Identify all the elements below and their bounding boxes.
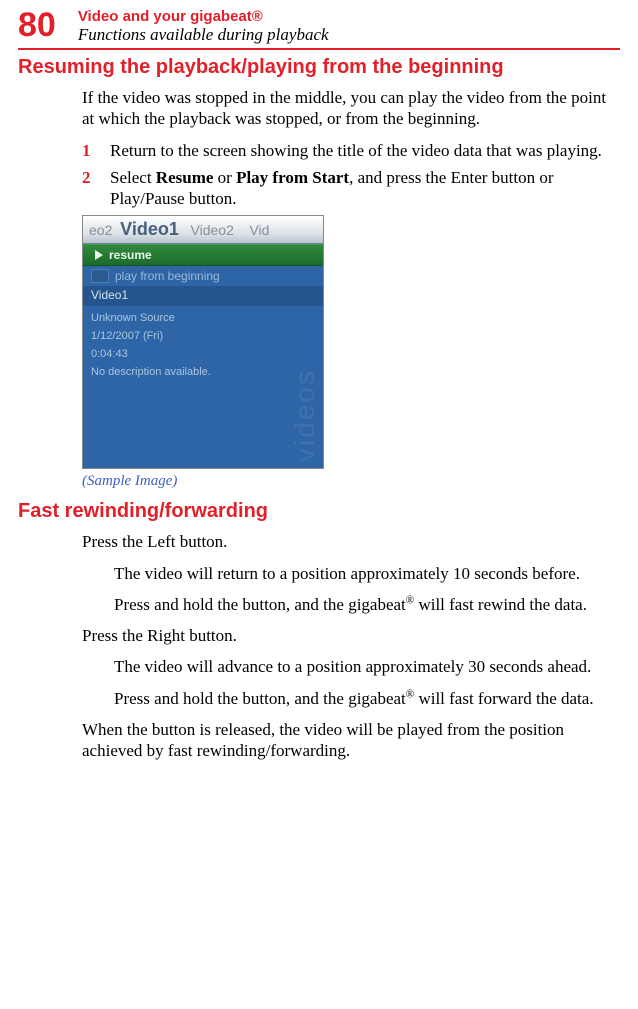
top-right: Vid	[249, 222, 269, 238]
step-text: Select Resume or Play from Start, and pr…	[110, 167, 620, 210]
page: 80 Video and your gigabeat® Functions av…	[0, 0, 638, 789]
right-effect: The video will advance to a position app…	[114, 656, 620, 677]
right-hold: Press and hold the button, and the gigab…	[114, 688, 620, 709]
sample-desc: No description available.	[83, 360, 323, 378]
step2-bold1: Resume	[156, 168, 214, 187]
sample-top-bar: eo2 Video1 Video2 Vid	[83, 216, 323, 244]
right-hold-pre: Press and hold the button, and the gigab…	[114, 689, 406, 708]
menu-item-resume[interactable]: resume	[83, 244, 323, 266]
press-left: Press the Left button.	[82, 531, 620, 552]
step-number: 2	[82, 167, 110, 210]
page-number: 80	[18, 8, 56, 42]
step2-pre: Select	[110, 168, 156, 187]
page-header: 80 Video and your gigabeat® Functions av…	[18, 8, 620, 45]
sample-date: 1/12/2007 (Fri)	[83, 324, 323, 342]
sample-source: Unknown Source	[83, 306, 323, 324]
step-text: Return to the screen showing the title o…	[110, 140, 620, 161]
step2-mid: or	[213, 168, 236, 187]
chapter-subtitle: Functions available during playback	[78, 25, 329, 45]
left-hold-post: will fast rewind the data.	[414, 595, 587, 614]
top-next: Video2	[191, 222, 234, 238]
section-heading-resume: Resuming the playback/playing from the b…	[18, 56, 620, 79]
sample-image: eo2 Video1 Video2 Vid resume play from b…	[82, 215, 324, 469]
registered-mark: ®	[406, 594, 414, 606]
sample-time: 0:04:43	[83, 342, 323, 360]
top-left: eo2	[89, 222, 112, 238]
side-text-videos: videos	[289, 369, 321, 462]
resume-label: resume	[109, 248, 152, 262]
menu-item-play-beginning[interactable]: play from beginning	[83, 266, 323, 286]
play-icon	[95, 250, 103, 260]
step2-bold2: Play from Start	[236, 168, 349, 187]
step-1: 1 Return to the screen showing the title…	[82, 140, 620, 161]
spacer	[83, 378, 323, 468]
registered-mark: ®	[406, 688, 414, 700]
step-number: 1	[82, 140, 110, 161]
left-effect: The video will return to a position appr…	[114, 563, 620, 584]
header-rule	[18, 48, 620, 50]
play-begin-label: play from beginning	[115, 269, 220, 283]
press-right: Press the Right button.	[82, 625, 620, 646]
film-icon	[91, 269, 109, 283]
release-note: When the button is released, the video w…	[82, 719, 620, 762]
right-hold-post: will fast forward the data.	[414, 689, 593, 708]
top-current: Video1	[120, 219, 179, 239]
sample-caption: (Sample Image)	[82, 473, 620, 490]
intro-paragraph: If the video was stopped in the middle, …	[82, 87, 620, 130]
chapter-title: Video and your gigabeat®	[78, 8, 329, 25]
left-hold: Press and hold the button, and the gigab…	[114, 594, 620, 615]
section-heading-fast: Fast rewinding/forwarding	[18, 500, 620, 523]
left-hold-pre: Press and hold the button, and the gigab…	[114, 595, 406, 614]
sample-video-title: Video1	[83, 286, 323, 306]
step-2: 2 Select Resume or Play from Start, and …	[82, 167, 620, 210]
header-titles: Video and your gigabeat® Functions avail…	[78, 8, 329, 45]
